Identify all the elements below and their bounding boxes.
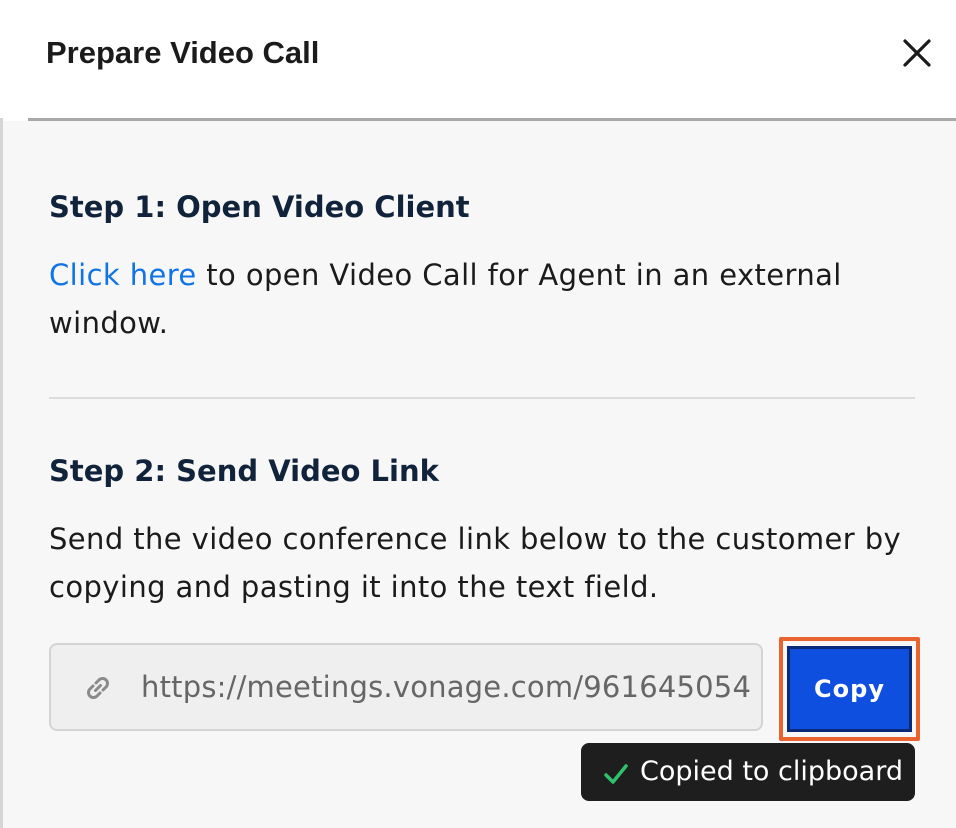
prepare-video-call-dialog: Prepare Video Call Step 1: Open Video Cl… (0, 0, 956, 828)
tooltip-text: Copied to clipboard (640, 756, 903, 787)
dialog-header: Prepare Video Call (0, 0, 956, 118)
section-divider (49, 397, 915, 399)
step2-heading: Step 2: Send Video Link (49, 454, 439, 488)
open-video-client-link[interactable]: Click here (49, 258, 197, 292)
link-icon (87, 677, 109, 699)
copy-button[interactable]: Copy (787, 646, 912, 732)
header-divider (28, 118, 956, 121)
step1-description: Click here to open Video Call for Agent … (49, 251, 919, 347)
step2-description: Send the video conference link below to … (49, 522, 902, 604)
dialog-title: Prepare Video Call (46, 35, 320, 70)
step1-heading: Step 1: Open Video Client (49, 190, 470, 224)
close-button[interactable] (896, 32, 938, 74)
close-icon (903, 39, 931, 67)
copied-tooltip: Copied to clipboard (581, 743, 915, 801)
body-left-border (0, 118, 3, 828)
video-link-field[interactable]: https://meetings.vonage.com/961645054 (49, 643, 763, 731)
video-link-url[interactable]: https://meetings.vonage.com/961645054 (141, 665, 751, 709)
check-icon (604, 764, 628, 784)
